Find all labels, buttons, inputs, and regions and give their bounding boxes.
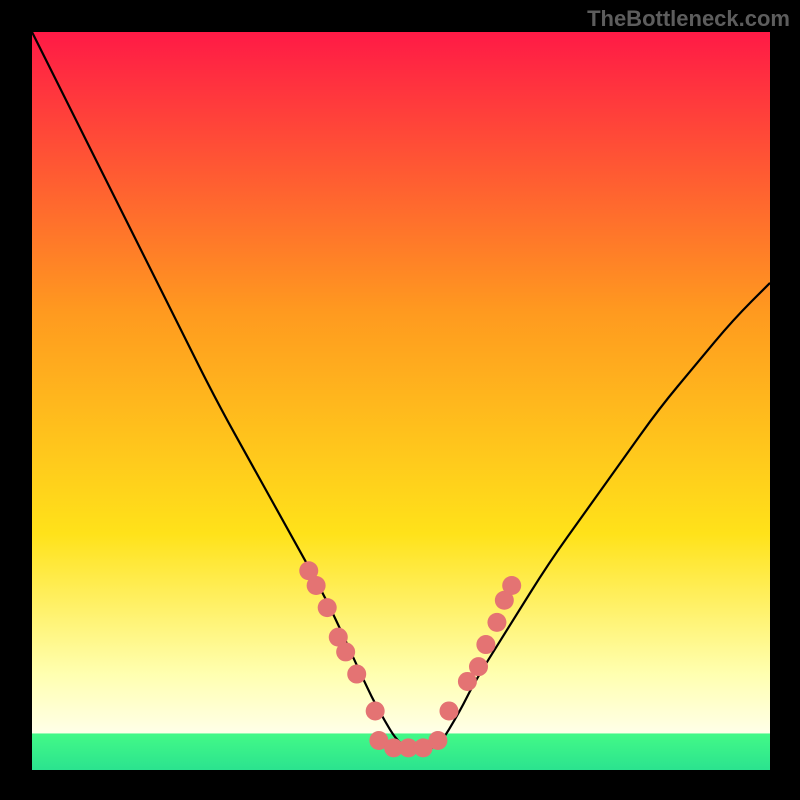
branding-watermark: TheBottleneck.com	[587, 6, 790, 32]
data-marker	[366, 701, 385, 720]
data-marker	[487, 613, 506, 632]
plot-area	[32, 32, 770, 770]
data-marker	[318, 598, 337, 617]
data-marker	[439, 701, 458, 720]
chart-container: TheBottleneck.com	[0, 0, 800, 800]
data-marker	[307, 576, 326, 595]
data-marker	[428, 731, 447, 750]
data-marker	[347, 665, 366, 684]
bottleneck-curve-chart	[32, 32, 770, 770]
data-marker	[469, 657, 488, 676]
data-marker	[476, 635, 495, 654]
data-marker	[336, 642, 355, 661]
data-marker	[502, 576, 521, 595]
gradient-background	[32, 32, 770, 770]
